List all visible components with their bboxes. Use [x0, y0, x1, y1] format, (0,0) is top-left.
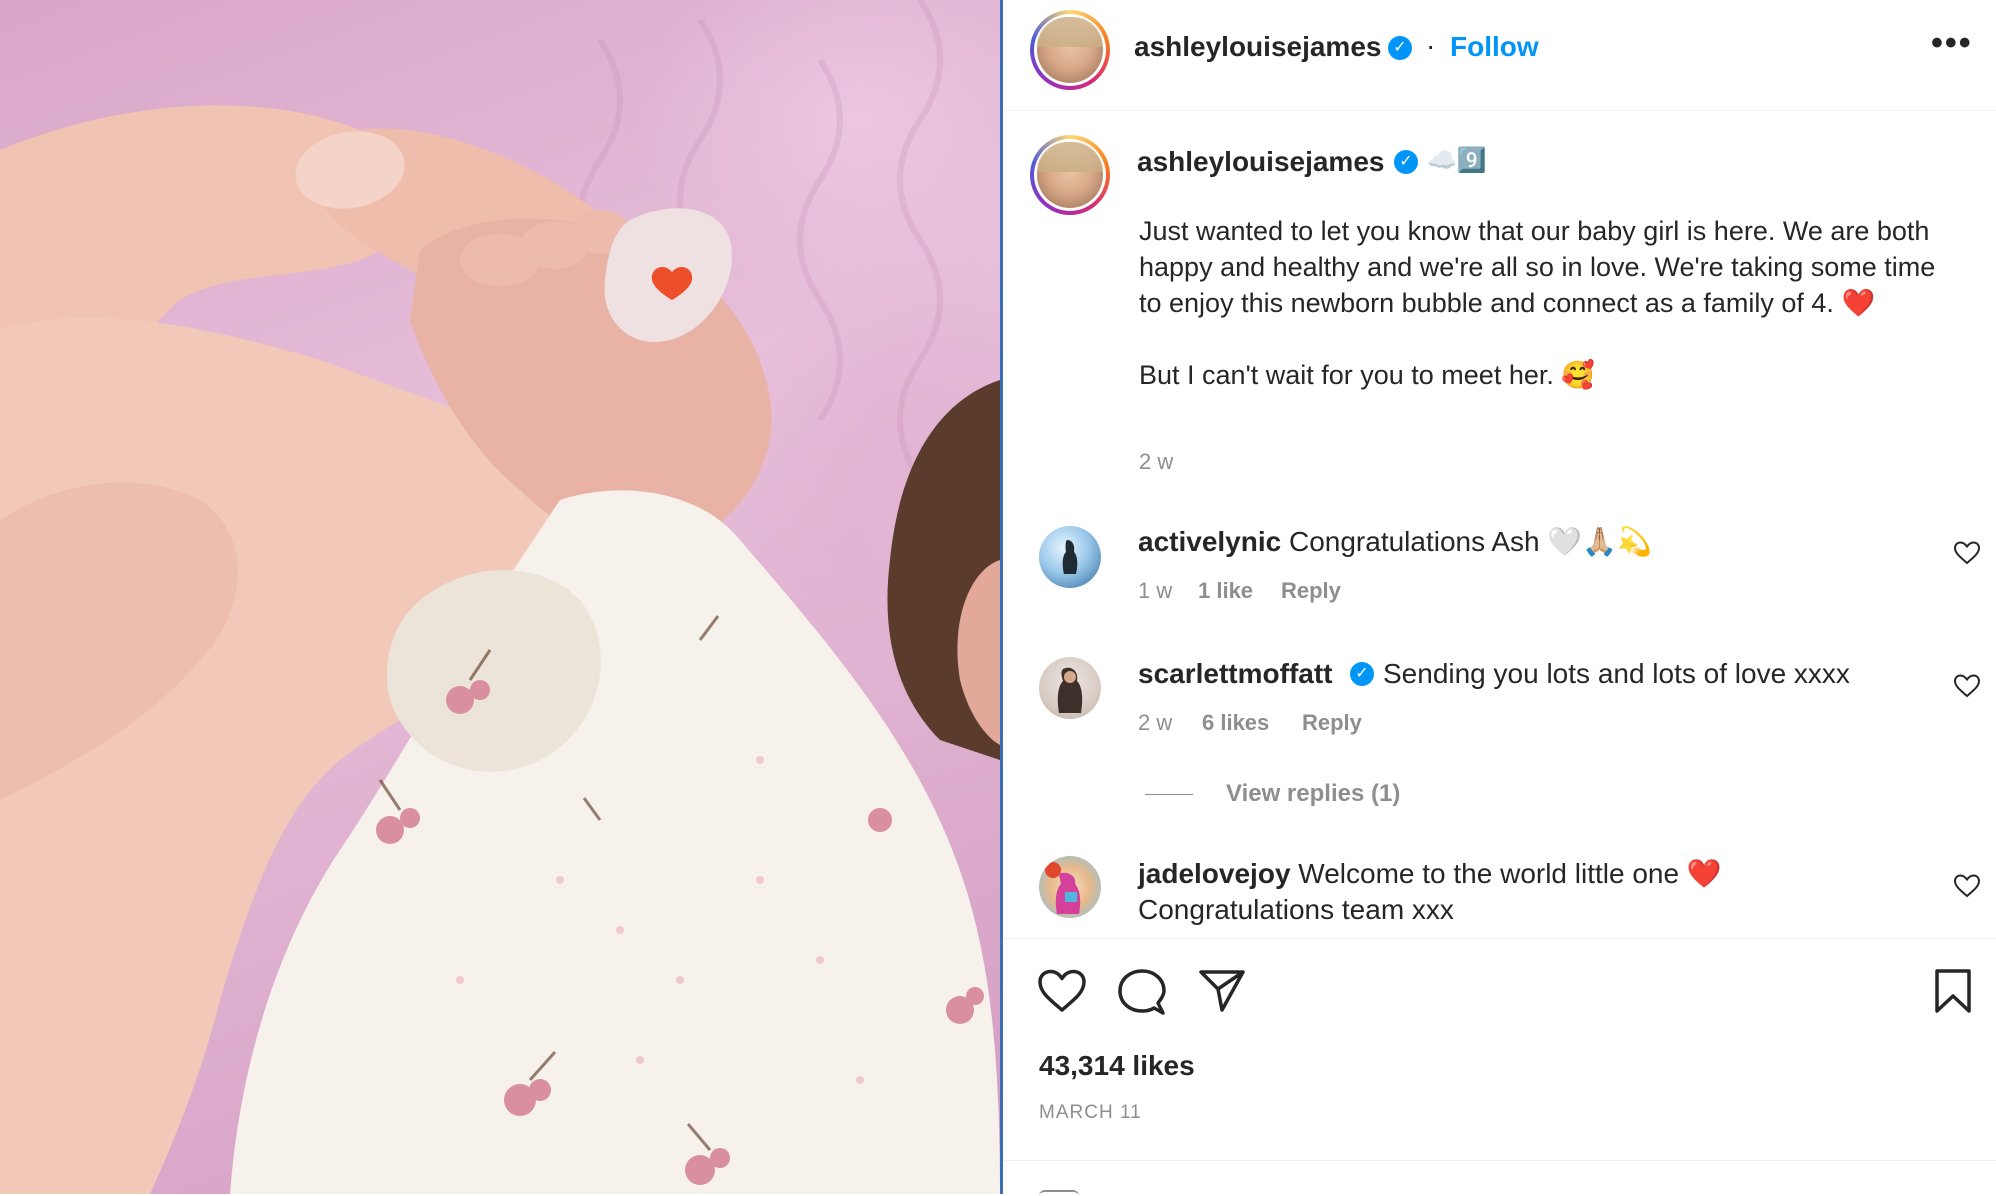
post-photo[interactable]: [0, 0, 1000, 1194]
caption-author-username[interactable]: ashleylouisejames: [1137, 146, 1384, 178]
verified-badge-icon: ✓: [1350, 662, 1374, 686]
bookmark-icon[interactable]: [1933, 969, 1973, 1013]
photo-illustration: [0, 0, 1000, 1194]
post-date: MARCH 11: [1039, 1102, 1142, 1123]
caption-emoji: ☁️9️⃣: [1427, 147, 1487, 174]
emoji-picker-icon[interactable]: [1039, 1190, 1079, 1196]
like-heart-icon[interactable]: [1038, 969, 1086, 1013]
comment-username[interactable]: jadelovejoy: [1138, 858, 1291, 889]
avatar-figure: [1057, 667, 1083, 713]
comment-icon[interactable]: [1118, 969, 1166, 1015]
caption-text: Just wanted to let you know that our bab…: [1139, 213, 1939, 393]
header-separator: ·: [1426, 30, 1436, 61]
follow-button[interactable]: Follow: [1450, 31, 1539, 63]
avatar-figure: [1045, 862, 1081, 914]
comment-jadelovejoy: jadelovejoy Welcome to the world little …: [1138, 856, 1722, 892]
smiling-hearts-emoji: 🥰: [1561, 360, 1596, 390]
caption-paragraph-1: Just wanted to let you know that our bab…: [1139, 216, 1936, 318]
reply-button[interactable]: Reply: [1281, 578, 1341, 604]
heart-icon[interactable]: [1954, 541, 1980, 565]
likes-count[interactable]: 43,314 likes: [1039, 1050, 1195, 1082]
action-bar-divider: [1003, 938, 1996, 939]
comment-avatar-scarlettmoffatt[interactable]: [1039, 657, 1101, 719]
caption-paragraph-2: But I can't wait for you to meet her.: [1139, 360, 1554, 390]
verified-badge-icon: ✓: [1394, 150, 1418, 174]
comment-time[interactable]: 1 w: [1138, 578, 1172, 604]
comment-text: Welcome to the world little one ❤️: [1298, 858, 1722, 889]
author-username[interactable]: ashleylouisejames: [1134, 31, 1381, 63]
author-avatar[interactable]: [1030, 10, 1110, 90]
comment-scarlettmoffatt: scarlettmoffatt: [1138, 656, 1332, 692]
comment-username[interactable]: activelynic: [1138, 526, 1281, 557]
comment-likes[interactable]: 6 likes: [1202, 710, 1269, 736]
caption-timestamp[interactable]: 2 w: [1139, 449, 1173, 475]
comment-avatar-jadelovejoy[interactable]: [1039, 856, 1101, 918]
comment-avatar-activelynic[interactable]: [1039, 526, 1101, 588]
share-icon[interactable]: [1199, 969, 1245, 1013]
verified-badge-icon: ✓: [1388, 36, 1412, 60]
red-heart-emoji: ❤️: [1841, 288, 1876, 318]
comment-activelynic: activelynic Congratulations Ash 🤍🙏🏼💫: [1138, 524, 1652, 560]
more-options-icon[interactable]: •••: [1931, 24, 1973, 63]
footer-divider: [1003, 1160, 1996, 1161]
heart-icon[interactable]: [1954, 874, 1980, 898]
replies-divider: [1145, 794, 1193, 795]
avatar-figure: [1062, 540, 1078, 574]
comment-likes[interactable]: 1 like: [1198, 578, 1253, 604]
comment-text: Congratulations Ash 🤍🙏🏼💫: [1288, 526, 1652, 557]
heart-icon[interactable]: [1954, 674, 1980, 698]
comment-text: Sending you lots and lots of love xxxx: [1383, 658, 1850, 689]
view-replies-button[interactable]: View replies (1): [1226, 780, 1400, 808]
comment-time[interactable]: 2 w: [1138, 710, 1172, 736]
comment-text-continued: Congratulations team xxx: [1138, 894, 1454, 925]
post-detail-panel: ashleylouisejames ✓ · Follow ••• ashleyl…: [1003, 0, 1996, 1194]
post-header: ashleylouisejames ✓ · Follow •••: [1003, 0, 1996, 111]
reply-button[interactable]: Reply: [1302, 710, 1362, 736]
caption-author-avatar[interactable]: [1030, 135, 1110, 215]
comment-username[interactable]: scarlettmoffatt: [1138, 658, 1332, 689]
